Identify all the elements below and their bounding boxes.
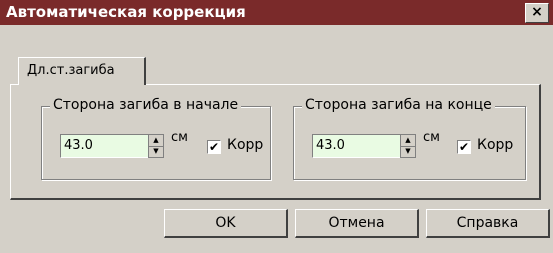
- start-value-spinner[interactable]: ▲ ▼: [148, 134, 164, 158]
- checkbox-label[interactable]: Корр: [477, 137, 513, 153]
- tab-bend-length[interactable]: Дл.ст.загиба: [18, 57, 146, 85]
- end-value-field[interactable]: 43.0: [312, 134, 405, 158]
- ok-button[interactable]: OK: [164, 209, 288, 238]
- window-title: Автоматическая коррекция: [6, 3, 246, 21]
- field-value: 43.0: [64, 138, 93, 153]
- cancel-button[interactable]: Отмена: [295, 209, 419, 238]
- end-value-spinner[interactable]: ▲ ▼: [400, 134, 416, 158]
- group-title: Сторона загиба в начале: [50, 97, 242, 113]
- field-value: 43.0: [316, 138, 345, 153]
- unit-label: см: [171, 130, 188, 145]
- spin-down-icon[interactable]: ▼: [401, 146, 415, 157]
- close-button[interactable]: ×: [525, 3, 549, 23]
- unit-label: см: [423, 130, 440, 145]
- end-corr-checkbox[interactable]: ✔: [457, 140, 471, 154]
- checkbox-label[interactable]: Корр: [227, 137, 263, 153]
- title-bar[interactable]: Автоматическая коррекция ×: [0, 0, 553, 25]
- group-bend-start: Сторона загиба в начале 43.0 ▲ ▼ см ✔ Ко…: [41, 97, 271, 180]
- start-value-field[interactable]: 43.0: [60, 134, 153, 158]
- group-bend-end: Сторона загиба на конце 43.0 ▲ ▼ см ✔ Ко…: [293, 97, 526, 180]
- spin-down-icon[interactable]: ▼: [149, 146, 163, 157]
- tab-label: Дл.ст.загиба: [27, 63, 115, 78]
- group-title: Сторона загиба на конце: [302, 97, 495, 113]
- correction-dialog: Автоматическая коррекция × Дл.ст.загиба …: [0, 0, 553, 253]
- help-button[interactable]: Справка: [426, 209, 550, 238]
- start-corr-checkbox[interactable]: ✔: [207, 140, 221, 154]
